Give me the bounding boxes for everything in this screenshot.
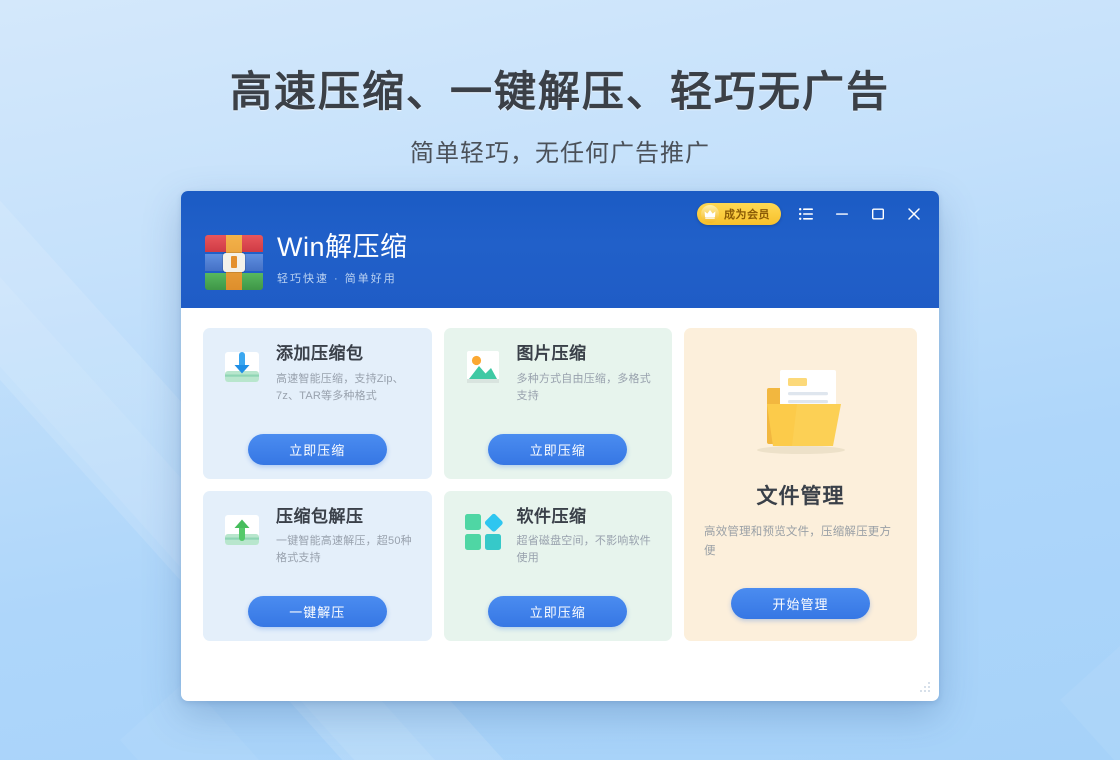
resize-grip-icon[interactable]	[919, 682, 931, 694]
app-brand: Win解压缩 轻巧快速 · 简单好用	[205, 233, 408, 290]
upload-archive-icon	[219, 507, 265, 553]
card-description: 一键智能高速解压，超50种格式支持	[276, 535, 412, 565]
app-name: Win解压缩	[277, 232, 408, 262]
start-management-button[interactable]: 开始管理	[731, 588, 870, 619]
feature-card-grid: 添加压缩包 高速智能压缩，支持Zip、7z、TAR等多种格式 立即压缩 图片压缩…	[203, 328, 672, 641]
compress-now-button[interactable]: 立即压缩	[488, 596, 628, 627]
menu-list-icon[interactable]	[795, 203, 817, 225]
download-archive-icon	[219, 344, 265, 390]
feature-card-software-compress[interactable]: 软件压缩 超省磁盘空间，不影响软件使用 立即压缩	[443, 490, 672, 641]
card-title: 压缩包解压	[276, 506, 364, 526]
folder-document-icon	[745, 362, 857, 458]
card-description: 多种方式自由压缩，多格式支持	[516, 372, 651, 402]
file-management-panel[interactable]: 文件管理 高效管理和预览文件，压缩解压更方便 开始管理	[684, 328, 917, 641]
extract-now-button[interactable]: 一键解压	[247, 596, 387, 627]
page-subtitle: 简单轻巧，无任何广告推广	[410, 140, 710, 167]
become-member-label: 成为会员	[724, 209, 770, 221]
rar-archive-icon	[205, 235, 263, 290]
picture-icon	[460, 344, 506, 390]
tiles-icon	[460, 507, 506, 553]
panel-description: 高效管理和预览文件，压缩解压更方便	[704, 526, 892, 557]
panel-title: 文件管理	[756, 485, 845, 508]
feature-card-add-archive[interactable]: 添加压缩包 高速智能压缩，支持Zip、7z、TAR等多种格式 立即压缩	[203, 328, 432, 479]
titlebar-controls: 成为会员	[697, 203, 925, 225]
card-title: 添加压缩包	[276, 344, 364, 363]
window-content: 添加压缩包 高速智能压缩，支持Zip、7z、TAR等多种格式 立即压缩 图片压缩…	[181, 308, 939, 661]
maximize-icon[interactable]	[867, 203, 889, 225]
feature-card-extract-archive[interactable]: 压缩包解压 一键智能高速解压，超50种格式支持 一键解压	[203, 490, 432, 641]
page-title: 高速压缩、一键解压、轻巧无广告	[229, 68, 890, 115]
minimize-icon[interactable]	[831, 203, 853, 225]
feature-card-image-compress[interactable]: 图片压缩 多种方式自由压缩，多格式支持 立即压缩	[443, 328, 672, 479]
card-title: 软件压缩	[516, 506, 587, 526]
card-title: 图片压缩	[516, 344, 587, 363]
card-description: 高速智能压缩，支持Zip、7z、TAR等多种格式	[276, 372, 404, 402]
become-member-button[interactable]: 成为会员	[697, 203, 781, 225]
app-slogan: 轻巧快速 · 简单好用	[277, 273, 397, 286]
compress-now-button[interactable]: 立即压缩	[488, 433, 628, 465]
crown-icon	[701, 205, 719, 223]
window-titlebar[interactable]: Win解压缩 轻巧快速 · 简单好用 成为会员	[181, 191, 939, 308]
card-description: 超省磁盘空间，不影响软件使用	[516, 535, 651, 565]
diagonal-band	[1060, 546, 1120, 760]
compress-now-button[interactable]: 立即压缩	[247, 433, 387, 465]
close-icon[interactable]	[903, 203, 925, 225]
app-window: Win解压缩 轻巧快速 · 简单好用 成为会员 添加压缩包 高速智能压缩，支持Z…	[181, 191, 939, 701]
hero-section: 高速压缩、一键解压、轻巧无广告 简单轻巧，无任何广告推广	[0, 0, 1120, 168]
